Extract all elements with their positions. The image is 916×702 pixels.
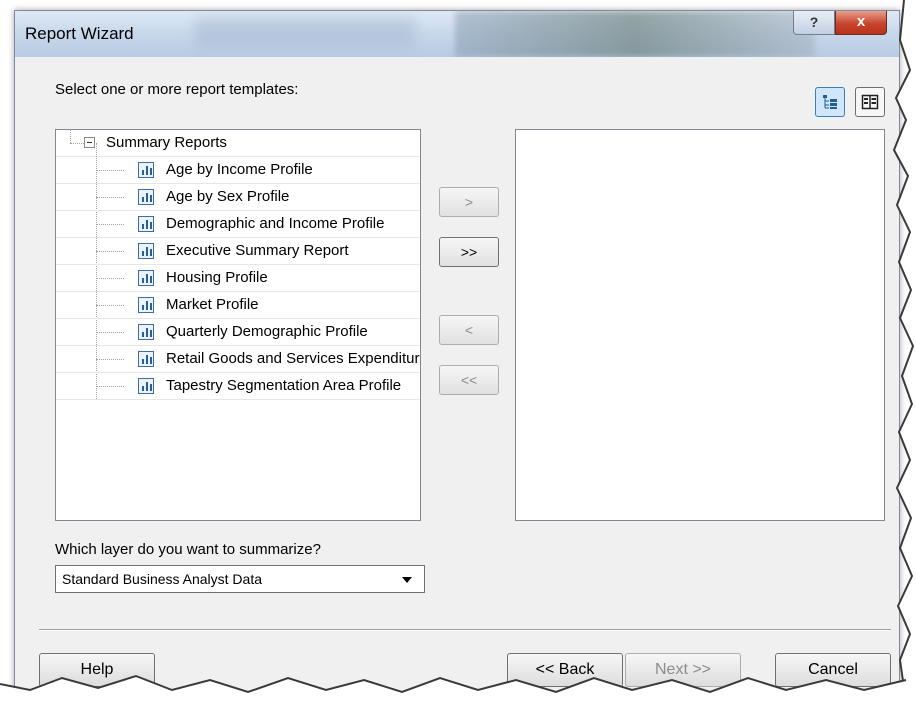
tree-connector	[96, 197, 124, 198]
report-template-tree[interactable]: Summary Reports Age by Income Profile Ag…	[55, 129, 421, 521]
tree-connector	[96, 305, 124, 306]
tree-item-row[interactable]: Quarterly Demographic Profile	[56, 319, 420, 346]
templates-prompt: Select one or more report templates:	[55, 81, 299, 98]
tree-item-label: Age by Sex Profile	[166, 188, 290, 205]
collapse-icon[interactable]	[84, 137, 95, 148]
background-blur	[195, 17, 415, 47]
report-icon	[138, 162, 154, 178]
tree-item-row[interactable]: Housing Profile	[56, 265, 420, 292]
report-icon	[138, 216, 154, 232]
tree-item-label: Age by Income Profile	[166, 161, 313, 178]
next-button[interactable]: Next >>	[625, 653, 741, 687]
remove-selected-button[interactable]: <	[439, 315, 499, 345]
footer-separator	[39, 629, 891, 631]
cancel-button[interactable]: Cancel	[775, 653, 891, 687]
tree-item-row[interactable]: Retail Goods and Services Expenditure	[56, 346, 420, 373]
tree-connector	[70, 143, 84, 144]
tree-item-label: Housing Profile	[166, 269, 268, 286]
tree-item-row[interactable]: Age by Sex Profile	[56, 184, 420, 211]
layer-question-label: Which layer do you want to summarize?	[55, 541, 321, 558]
background-blur	[455, 11, 815, 57]
dialog-body: Select one or more report templates: Sum…	[23, 57, 891, 695]
tree-view-icon	[823, 95, 837, 109]
selected-templates-list[interactable]	[515, 129, 885, 521]
help-button[interactable]: Help	[39, 653, 155, 687]
tree-item-label: Executive Summary Report	[166, 242, 349, 259]
tree-connector	[96, 359, 124, 360]
tree-item-label: Quarterly Demographic Profile	[166, 323, 368, 340]
add-selected-button[interactable]: >	[439, 187, 499, 217]
tree-view-button[interactable]	[815, 87, 845, 117]
help-title-button[interactable]: ?	[793, 11, 835, 35]
report-icon	[138, 378, 154, 394]
tree-connector	[96, 251, 124, 252]
tree-connector	[96, 278, 124, 279]
layer-dropdown[interactable]: Standard Business Analyst Data	[55, 565, 425, 593]
report-icon	[138, 189, 154, 205]
title-bar: Report Wizard ? x	[15, 11, 899, 57]
tree-connector	[70, 130, 71, 143]
tree-item-row[interactable]: Age by Income Profile	[56, 157, 420, 184]
list-view-button[interactable]	[855, 87, 885, 117]
report-icon	[138, 243, 154, 259]
tree-root-row[interactable]: Summary Reports	[56, 130, 420, 157]
add-all-button[interactable]: >>	[439, 237, 499, 267]
tree-connector	[96, 386, 124, 387]
tree-item-label: Tapestry Segmentation Area Profile	[166, 377, 402, 394]
remove-all-button[interactable]: <<	[439, 365, 499, 395]
tree-connector	[96, 332, 124, 333]
report-wizard-window: Report Wizard ? x Select one or more rep…	[14, 10, 900, 696]
tree-item-row[interactable]: Executive Summary Report	[56, 238, 420, 265]
tree-connector	[96, 170, 124, 171]
close-button[interactable]: x	[835, 11, 887, 35]
tree-item-label: Market Profile	[166, 296, 259, 313]
report-icon	[138, 351, 154, 367]
list-view-icon	[861, 94, 879, 110]
layer-dropdown-value: Standard Business Analyst Data	[62, 571, 263, 587]
dropdown-arrow-icon[interactable]	[402, 577, 412, 583]
tree-connector	[96, 224, 124, 225]
report-icon	[138, 324, 154, 340]
report-icon	[138, 270, 154, 286]
tree-item-row[interactable]: Market Profile	[56, 292, 420, 319]
tree-item-row[interactable]: Tapestry Segmentation Area Profile	[56, 373, 420, 400]
back-button[interactable]: << Back	[507, 653, 623, 687]
tree-item-label: Retail Goods and Services Expenditure	[166, 350, 420, 367]
tree-item-row[interactable]: Demographic and Income Profile	[56, 211, 420, 238]
tree-root-label: Summary Reports	[106, 134, 227, 151]
report-icon	[138, 297, 154, 313]
window-title: Report Wizard	[25, 24, 134, 43]
tree-item-label: Demographic and Income Profile	[166, 215, 385, 232]
